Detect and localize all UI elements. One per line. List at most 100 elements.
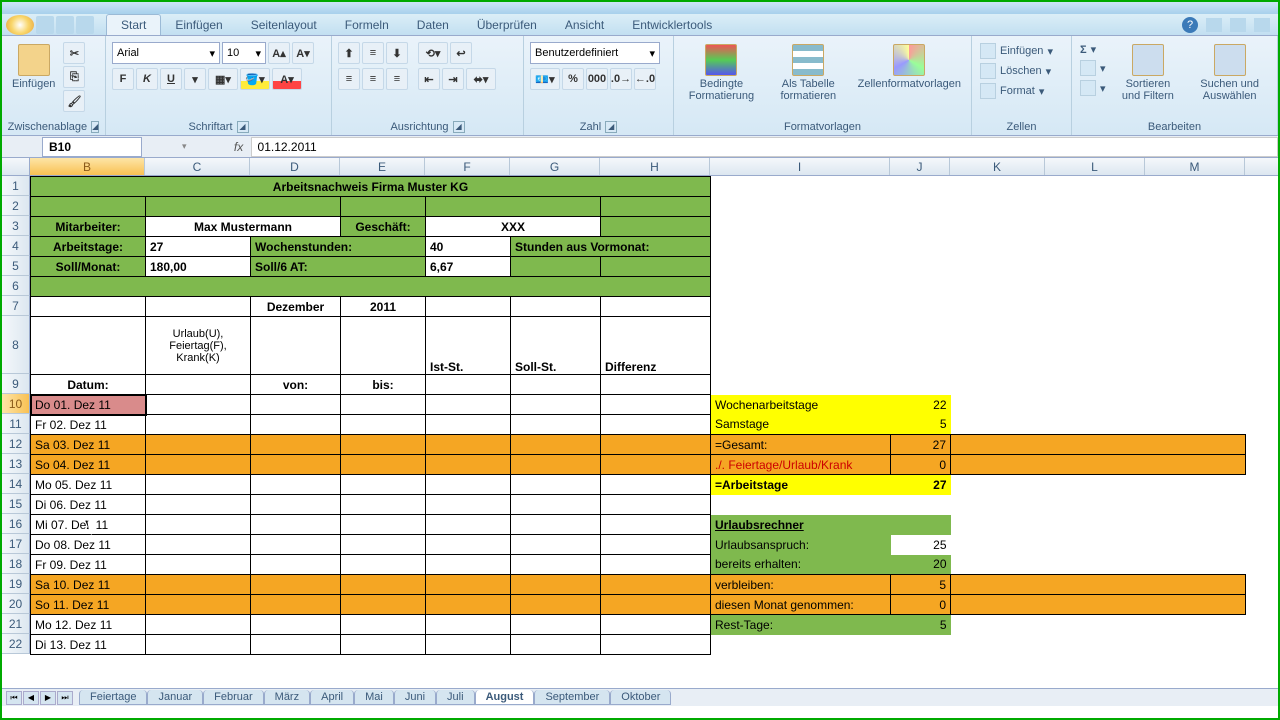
restore-button[interactable] — [1230, 18, 1246, 32]
fill-color-button[interactable]: 🪣▾ — [240, 68, 270, 90]
row-header-20[interactable]: 20 — [2, 594, 30, 614]
align-center[interactable]: ≡ — [362, 68, 384, 90]
number-launcher[interactable]: ◢ — [605, 121, 617, 133]
format-as-table-button[interactable]: Als Tabelle formatieren — [767, 42, 850, 104]
sheet-tab-mai[interactable]: Mai — [354, 690, 394, 705]
number-format-combo[interactable]: Benutzerdefiniert▾ — [530, 42, 660, 64]
row-header-14[interactable]: 14 — [2, 474, 30, 494]
row-header-8[interactable]: 8 — [2, 316, 30, 374]
row-header-12[interactable]: 12 — [2, 434, 30, 454]
italic-button[interactable]: K — [136, 68, 158, 90]
sheet-tab-juli[interactable]: Juli — [436, 690, 475, 705]
clear-button[interactable]: ▾ — [1078, 79, 1108, 97]
row-header-13[interactable]: 13 — [2, 454, 30, 474]
sheet-tab-august[interactable]: August — [475, 690, 535, 705]
office-button[interactable] — [6, 15, 34, 35]
align-middle[interactable]: ≡ — [362, 42, 384, 64]
row-header-2[interactable]: 2 — [2, 196, 30, 216]
cell-styles-button[interactable]: Zellenformatvorlagen — [854, 42, 965, 92]
row-header-21[interactable]: 21 — [2, 614, 30, 634]
shrink-font-button[interactable]: A▾ — [292, 42, 314, 64]
tab-einfuegen[interactable]: Einfügen — [161, 15, 236, 35]
column-header-K[interactable]: K — [950, 158, 1045, 175]
decrease-decimal[interactable]: ←.0 — [634, 68, 656, 90]
insert-cells-button[interactable]: Einfügen ▾ — [978, 42, 1055, 60]
column-header-F[interactable]: F — [425, 158, 510, 175]
orientation-button[interactable]: ⟲▾ — [418, 42, 448, 64]
minimize-button[interactable] — [1206, 18, 1222, 32]
increase-decimal[interactable]: .0→ — [610, 68, 632, 90]
delete-cells-button[interactable]: Löschen ▾ — [978, 62, 1053, 80]
autosum-button[interactable]: Σ ▾ — [1078, 42, 1108, 57]
column-header-J[interactable]: J — [890, 158, 950, 175]
column-header-E[interactable]: E — [340, 158, 425, 175]
row-header-9[interactable]: 9 — [2, 374, 30, 394]
borders-button[interactable]: ▦▾ — [208, 68, 238, 90]
find-select-button[interactable]: Suchen und Auswählen — [1188, 42, 1271, 104]
column-header-C[interactable]: C — [145, 158, 250, 175]
column-header-D[interactable]: D — [250, 158, 340, 175]
conditional-formatting-button[interactable]: Bedingte Formatierung — [680, 42, 763, 104]
tab-nav-prev[interactable]: ◀ — [23, 691, 39, 705]
percent-button[interactable]: % — [562, 68, 584, 90]
cut-button[interactable]: ✂ — [63, 42, 85, 64]
bold-button[interactable]: F — [112, 68, 134, 90]
align-bottom[interactable]: ⬇ — [386, 42, 408, 64]
sheet-tab-april[interactable]: April — [310, 690, 354, 705]
sheet-tab-märz[interactable]: März — [264, 690, 310, 705]
row-header-15[interactable]: 15 — [2, 494, 30, 514]
select-all-corner[interactable] — [2, 158, 30, 175]
font-color-button[interactable]: A▾ — [272, 68, 302, 90]
row-header-5[interactable]: 5 — [2, 256, 30, 276]
sheet-tab-oktober[interactable]: Oktober — [610, 690, 671, 705]
font-name-combo[interactable]: Arial▾ — [112, 42, 220, 64]
tab-daten[interactable]: Daten — [403, 15, 463, 35]
column-header-L[interactable]: L — [1045, 158, 1145, 175]
qat-redo[interactable] — [76, 16, 94, 34]
paste-button[interactable]: Einfügen — [8, 42, 59, 92]
name-box[interactable]: B10 — [42, 137, 142, 157]
font-size-combo[interactable]: 10▾ — [222, 42, 266, 64]
sheet-tab-februar[interactable]: Februar — [203, 690, 264, 705]
column-header-I[interactable]: I — [710, 158, 890, 175]
tab-formeln[interactable]: Formeln — [331, 15, 403, 35]
sheet-tab-september[interactable]: September — [534, 690, 610, 705]
row-header-19[interactable]: 19 — [2, 574, 30, 594]
row-header-16[interactable]: 16 — [2, 514, 30, 534]
align-left[interactable]: ≡ — [338, 68, 360, 90]
currency-button[interactable]: 💶▾ — [530, 68, 560, 90]
tab-ueberpruefen[interactable]: Überprüfen — [463, 15, 551, 35]
underline-dd[interactable]: ▾ — [184, 68, 206, 90]
sort-filter-button[interactable]: Sortieren und Filtern — [1112, 42, 1185, 104]
format-painter-button[interactable]: 🖌 — [63, 90, 85, 112]
row-header-7[interactable]: 7 — [2, 296, 30, 316]
tab-seitenlayout[interactable]: Seitenlayout — [237, 15, 331, 35]
sheet-tab-juni[interactable]: Juni — [394, 690, 436, 705]
tab-ansicht[interactable]: Ansicht — [551, 15, 618, 35]
format-cells-button[interactable]: Format ▾ — [978, 82, 1046, 100]
indent-increase[interactable]: ⇥ — [442, 68, 464, 90]
comma-button[interactable]: 000 — [586, 68, 608, 90]
sheet-tab-januar[interactable]: Januar — [147, 690, 203, 705]
close-button[interactable] — [1254, 18, 1270, 32]
column-header-H[interactable]: H — [600, 158, 710, 175]
tab-nav-next[interactable]: ▶ — [40, 691, 56, 705]
column-header-G[interactable]: G — [510, 158, 600, 175]
align-top[interactable]: ⬆ — [338, 42, 360, 64]
tab-nav-first[interactable]: ⏮ — [6, 691, 22, 705]
row-header-17[interactable]: 17 — [2, 534, 30, 554]
indent-decrease[interactable]: ⇤ — [418, 68, 440, 90]
row-header-4[interactable]: 4 — [2, 236, 30, 256]
font-launcher[interactable]: ◢ — [237, 121, 249, 133]
clipboard-launcher[interactable]: ◢ — [91, 121, 99, 133]
tab-nav-last[interactable]: ⏭ — [57, 691, 73, 705]
column-header-B[interactable]: B — [30, 158, 145, 175]
row-header-18[interactable]: 18 — [2, 554, 30, 574]
row-header-22[interactable]: 22 — [2, 634, 30, 654]
row-header-10[interactable]: 10 — [2, 394, 30, 414]
sheet-tab-feiertage[interactable]: Feiertage — [79, 690, 147, 705]
align-right[interactable]: ≡ — [386, 68, 408, 90]
help-icon[interactable]: ? — [1182, 17, 1198, 33]
tab-start[interactable]: Start — [106, 14, 161, 35]
formula-input[interactable]: 01.12.2011 — [251, 137, 1278, 157]
